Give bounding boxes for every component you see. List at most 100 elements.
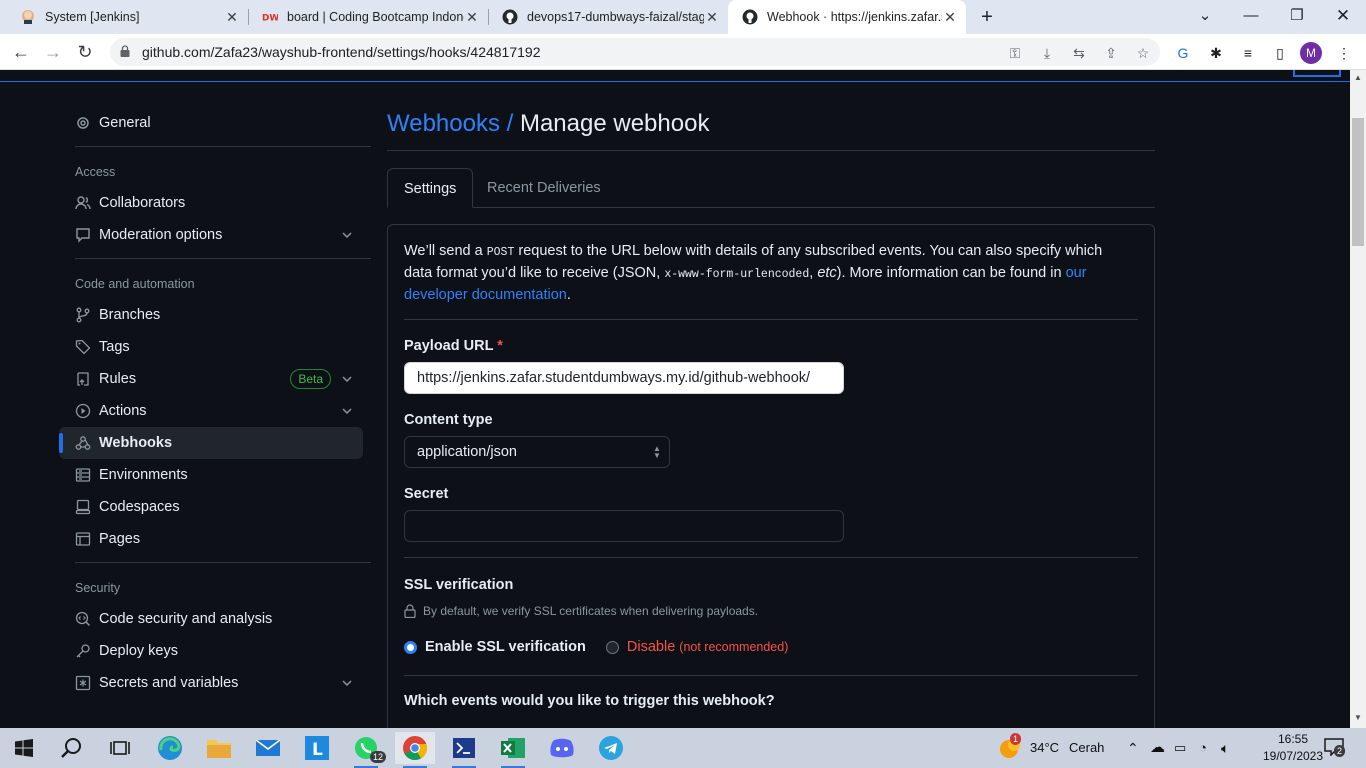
url-text[interactable]: github.com/Zafa23/wayshub-frontend/setti… bbox=[142, 44, 541, 60]
enable-ssl-label[interactable]: Enable SSL verification bbox=[425, 639, 586, 655]
disable-ssl-radio[interactable] bbox=[605, 640, 619, 654]
intro-text: We’ll send a POST request to the URL bel… bbox=[404, 241, 1134, 306]
close-tab-icon[interactable]: ✕ bbox=[464, 9, 480, 26]
secret-label: Secret bbox=[404, 486, 449, 502]
tab-title: Webhook · https://jenkins.zafar.st bbox=[767, 10, 942, 24]
sidebar-item-branches[interactable]: Branches bbox=[59, 299, 363, 331]
scroll-down-arrow-icon[interactable]: ▼ bbox=[1353, 713, 1363, 722]
bookmark-star-icon[interactable]: ☆ bbox=[1134, 44, 1152, 62]
browser-tab-devops[interactable]: devops17-dumbways-faizal/stage ✕ bbox=[488, 0, 728, 34]
section-divider bbox=[404, 675, 1138, 676]
l-app-icon[interactable]: L bbox=[297, 732, 337, 764]
sidebar-heading-access: Access bbox=[75, 165, 116, 179]
sidebar-item-rules[interactable]: Rules Beta bbox=[59, 363, 363, 395]
reload-icon[interactable]: ↻ bbox=[73, 40, 97, 64]
translate-icon[interactable]: ⇆ bbox=[1070, 44, 1088, 62]
browser-menu-icon[interactable]: ⋮ bbox=[1334, 43, 1354, 63]
sidebar-item-tags[interactable]: Tags bbox=[59, 331, 363, 363]
restore-button[interactable]: ❐ bbox=[1282, 4, 1312, 28]
onedrive-cloud-icon[interactable]: ☁ bbox=[1150, 728, 1165, 768]
sidebar-heading-code: Code and automation bbox=[75, 277, 195, 291]
sidebar-item-general[interactable]: General bbox=[59, 107, 363, 139]
chevron-down-icon[interactable] bbox=[339, 675, 355, 691]
sidebar-item-codespaces[interactable]: Codespaces bbox=[59, 491, 363, 523]
file-explorer-icon[interactable] bbox=[199, 732, 239, 764]
browser-tab-jenkins[interactable]: System [Jenkins] ✕ bbox=[6, 0, 248, 34]
reading-list-icon[interactable]: ≡ bbox=[1238, 43, 1258, 63]
close-window-button[interactable]: ✕ bbox=[1328, 4, 1358, 28]
sidebar-item-webhooks[interactable]: Webhooks bbox=[59, 427, 363, 459]
secret-input[interactable] bbox=[404, 510, 844, 542]
install-icon[interactable]: ⤓ bbox=[1038, 44, 1056, 62]
sidebar-item-collaborators[interactable]: Collaborators bbox=[59, 187, 363, 219]
content-type-select[interactable]: application/json ▲ ▼ bbox=[404, 436, 670, 468]
sidebar-item-environments[interactable]: Environments bbox=[59, 459, 363, 491]
chevron-down-icon[interactable] bbox=[339, 371, 355, 387]
translate-extension-icon[interactable]: G bbox=[1173, 43, 1193, 63]
tab-recent-deliveries[interactable]: Recent Deliveries bbox=[471, 168, 617, 208]
svg-text:L: L bbox=[312, 740, 323, 760]
sidebar-item-label: Webhooks bbox=[99, 435, 173, 451]
show-hidden-icons-icon[interactable]: ⌃ bbox=[1127, 728, 1139, 768]
omnibox[interactable]: github.com/Zafa23/wayshub-frontend/setti… bbox=[110, 38, 1160, 66]
codescan-icon bbox=[75, 611, 91, 627]
wifi-icon[interactable]: ◔ bbox=[1199, 728, 1207, 768]
sidebar-item-moderation[interactable]: Moderation options bbox=[59, 219, 363, 251]
windows-start-icon[interactable] bbox=[4, 732, 44, 764]
breadcrumb-webhooks-link[interactable]: Webhooks / bbox=[387, 110, 513, 137]
sidebar-item-deploy-keys[interactable]: Deploy keys bbox=[59, 635, 363, 667]
chevron-down-icon[interactable] bbox=[339, 403, 355, 419]
sidebar-item-actions[interactable]: Actions bbox=[59, 395, 363, 427]
forward-icon[interactable]: → bbox=[41, 40, 65, 64]
side-panel-icon[interactable]: ▯ bbox=[1270, 43, 1290, 63]
sidebar-item-code-security[interactable]: Code security and analysis bbox=[59, 603, 363, 635]
extensions-puzzle-icon[interactable]: ✱ bbox=[1206, 43, 1226, 63]
webhook-tabs: Settings Recent Deliveries bbox=[387, 168, 1155, 208]
disable-ssl-label[interactable]: Disable (not recommended) bbox=[627, 639, 788, 655]
edge-browser-icon[interactable] bbox=[150, 732, 190, 764]
sidebar-item-label: Environments bbox=[99, 467, 188, 483]
notification-center-icon[interactable]: 2 bbox=[1324, 738, 1346, 758]
excel-icon[interactable] bbox=[493, 732, 533, 768]
page-title: Webhooks / Manage webhook bbox=[387, 110, 709, 138]
page-scrollbar[interactable]: ▲ ▼ bbox=[1350, 70, 1366, 728]
tab-title: board | Coding Bootcamp Indonesia bbox=[287, 10, 464, 24]
sidebar-item-pages[interactable]: Pages bbox=[59, 523, 363, 555]
temperature-text[interactable]: 34°C bbox=[1030, 728, 1059, 768]
key-icon[interactable]: ⚿ bbox=[1006, 44, 1024, 62]
content-type-value: application/json bbox=[417, 444, 517, 460]
sidebar-item-secrets[interactable]: Secrets and variables bbox=[59, 667, 363, 699]
weather-text[interactable]: Cerah bbox=[1069, 728, 1104, 768]
close-tab-icon[interactable]: ✕ bbox=[942, 9, 958, 26]
battery-icon[interactable]: ▭ bbox=[1174, 728, 1186, 768]
new-tab-button[interactable]: + bbox=[977, 5, 997, 29]
close-tab-icon[interactable]: ✕ bbox=[704, 9, 720, 26]
tab-settings[interactable]: Settings bbox=[387, 168, 474, 208]
weather-icon[interactable]: 1 bbox=[996, 732, 1024, 764]
task-view-icon[interactable] bbox=[100, 732, 140, 764]
repo-push-icon bbox=[75, 371, 91, 387]
search-icon[interactable] bbox=[52, 732, 92, 764]
share-icon[interactable]: ⇪ bbox=[1102, 44, 1120, 62]
whatsapp-icon[interactable]: 12 bbox=[346, 732, 387, 768]
chrome-icon[interactable] bbox=[395, 732, 435, 768]
minimize-button[interactable]: — bbox=[1236, 4, 1266, 28]
mail-icon[interactable] bbox=[248, 732, 288, 764]
enable-ssl-radio[interactable] bbox=[404, 640, 417, 654]
browser-tab-dumbways[interactable]: DW board | Coding Bootcamp Indonesia ✕ bbox=[248, 0, 488, 34]
scrollbar-thumb[interactable] bbox=[1352, 118, 1364, 246]
profile-avatar[interactable]: M bbox=[1300, 42, 1322, 64]
clock[interactable]: 16:55 19/07/2023 bbox=[1262, 731, 1324, 765]
tab-search-icon[interactable]: ⌄ bbox=[1190, 4, 1220, 28]
payload-url-input[interactable]: https://jenkins.zafar.studentdumbways.my… bbox=[404, 362, 844, 394]
terminal-icon[interactable] bbox=[444, 732, 484, 768]
scroll-up-arrow-icon[interactable]: ▲ bbox=[1353, 73, 1363, 82]
back-icon[interactable]: ← bbox=[9, 40, 33, 64]
chevron-down-icon[interactable] bbox=[339, 227, 355, 243]
tab-title: devops17-dumbways-faizal/stage bbox=[527, 10, 704, 24]
volume-icon[interactable]: 🔈︎ bbox=[1221, 728, 1229, 768]
discord-icon[interactable] bbox=[542, 732, 582, 764]
close-tab-icon[interactable]: ✕ bbox=[224, 9, 240, 26]
browser-tab-webhook[interactable]: Webhook · https://jenkins.zafar.st ✕ bbox=[728, 0, 966, 34]
telegram-icon[interactable] bbox=[591, 732, 631, 764]
